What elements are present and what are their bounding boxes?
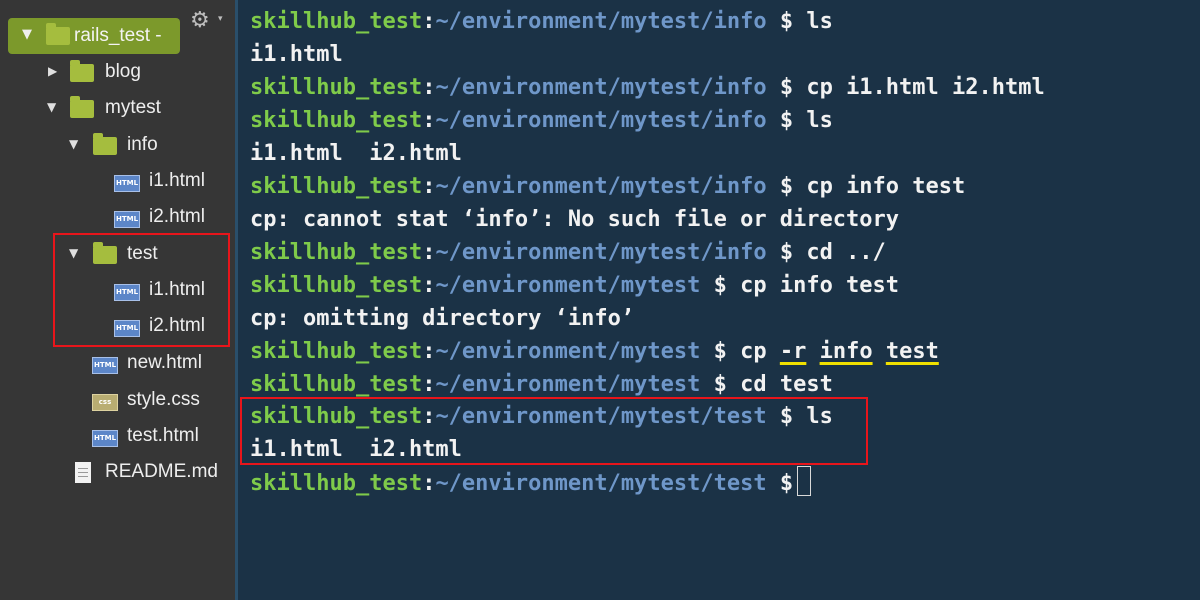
tree-item-test-html[interactable]: HTML test.html xyxy=(0,421,235,453)
command-text: ls xyxy=(806,108,833,133)
command-text: cp i1.html i2.html xyxy=(806,75,1045,100)
collapse-arrow-icon[interactable]: ▼ xyxy=(22,27,32,42)
prompt-user: skillhub_test xyxy=(250,471,423,496)
folder-icon xyxy=(70,96,94,118)
command-flag: -r xyxy=(779,339,807,364)
command-arg: test xyxy=(885,339,939,364)
terminal-output: i1.html xyxy=(250,42,343,67)
tree-item-blog[interactable]: ▶ blog xyxy=(0,57,235,89)
prompt-user: skillhub_test xyxy=(250,240,423,265)
tree-item-label: i1.html xyxy=(149,170,205,191)
tree-item-new-html[interactable]: HTML new.html xyxy=(0,348,235,380)
terminal-cursor[interactable] xyxy=(797,466,812,496)
html-file-icon: HTML xyxy=(114,209,140,228)
prompt-path: ~/environment/mytest/info xyxy=(435,9,767,34)
css-file-icon: css xyxy=(92,392,118,411)
folder-icon xyxy=(46,23,70,45)
collapse-arrow-icon[interactable]: ▼ xyxy=(69,137,78,151)
prompt-user: skillhub_test xyxy=(250,339,423,364)
html-file-icon: HTML xyxy=(92,355,118,374)
prompt-path: ~/environment/mytest xyxy=(435,273,701,298)
folder-icon xyxy=(93,133,117,155)
prompt-user: skillhub_test xyxy=(250,273,423,298)
command-text: cd ../ xyxy=(806,240,886,265)
prompt-path: ~/environment/mytest/info xyxy=(435,174,767,199)
terminal-line: skillhub_test:~/environment/mytest/info … xyxy=(250,240,886,265)
command-text: cp info test xyxy=(806,174,966,199)
terminal-panel[interactable]: skillhub_test:~/environment/mytest/info … xyxy=(238,0,1200,600)
terminal-line: skillhub_test:~/environment/mytest $ cp … xyxy=(250,273,900,298)
chevron-down-icon[interactable]: ▾ xyxy=(218,14,223,24)
tree-item-label: test.html xyxy=(127,425,199,446)
prompt-user: skillhub_test xyxy=(250,372,423,397)
tree-item-info-i1-html[interactable]: HTML i1.html xyxy=(0,166,235,198)
tree-item-info-i2-html[interactable]: HTML i2.html xyxy=(0,202,235,234)
terminal-output: cp: omitting directory ‘info’ xyxy=(250,306,635,331)
tree-item-label: style.css xyxy=(127,389,200,410)
command-text: cp info test xyxy=(740,273,900,298)
terminal-line: skillhub_test:~/environment/mytest/info … xyxy=(250,174,966,199)
tree-item-style-css[interactable]: css style.css xyxy=(0,385,235,417)
prompt-path: ~/environment/mytest/info xyxy=(435,75,767,100)
tree-item-label: new.html xyxy=(127,352,202,373)
html-file-icon: HTML xyxy=(114,173,140,192)
command-text: cp xyxy=(740,339,767,364)
prompt-path: ~/environment/mytest xyxy=(435,372,701,397)
prompt-user: skillhub_test xyxy=(250,108,423,133)
tree-item-info[interactable]: ▼ info xyxy=(0,130,235,162)
tree-item-label: blog xyxy=(105,61,141,82)
folder-icon xyxy=(70,60,94,82)
tree-item-label: i2.html xyxy=(149,206,205,227)
terminal-line: skillhub_test:~/environment/mytest $ cp … xyxy=(250,339,939,364)
tree-item-label: info xyxy=(127,134,158,155)
prompt-path: ~/environment/mytest/test xyxy=(435,471,767,496)
tree-item-mytest[interactable]: ▼ mytest xyxy=(0,93,235,125)
collapse-arrow-icon[interactable]: ▼ xyxy=(47,100,56,114)
highlight-box xyxy=(240,397,868,465)
prompt-path: ~/environment/mytest xyxy=(435,339,701,364)
prompt-user: skillhub_test xyxy=(250,9,423,34)
command-text: cd test xyxy=(740,372,833,397)
tree-item-label: README.md xyxy=(105,461,218,482)
project-root-folder[interactable]: ▼ rails_test - xyxy=(8,18,180,54)
tree-item-readme-md[interactable]: README.md xyxy=(0,457,235,489)
prompt-path: ~/environment/mytest/info xyxy=(435,108,767,133)
terminal-output: cp: cannot stat ‘info’: No such file or … xyxy=(250,207,900,232)
terminal-line: skillhub_test:~/environment/mytest/info … xyxy=(250,108,833,133)
html-file-icon: HTML xyxy=(92,428,118,447)
prompt-user: skillhub_test xyxy=(250,174,423,199)
file-tree-sidebar: ▼ rails_test - ⚙ ▾ ▶ blog ▼ mytest ▼ inf… xyxy=(0,0,235,600)
prompt-user: skillhub_test xyxy=(250,75,423,100)
highlight-box xyxy=(53,233,230,347)
terminal-line: skillhub_test:~/environment/mytest/info … xyxy=(250,75,1045,100)
tree-item-label: mytest xyxy=(105,97,161,118)
terminal-line: skillhub_test:~/environment/mytest/info … xyxy=(250,9,833,34)
project-root-label: rails_test - xyxy=(74,25,162,46)
document-icon xyxy=(75,462,91,483)
terminal-output: i1.html i2.html xyxy=(250,141,462,166)
prompt-path: ~/environment/mytest/info xyxy=(435,240,767,265)
terminal-input-line[interactable]: skillhub_test:~/environment/mytest/test … xyxy=(250,466,812,499)
command-text: ls xyxy=(806,9,833,34)
expand-arrow-icon[interactable]: ▶ xyxy=(48,64,57,78)
gear-icon[interactable]: ⚙ xyxy=(190,8,210,33)
command-arg: info xyxy=(819,339,873,364)
